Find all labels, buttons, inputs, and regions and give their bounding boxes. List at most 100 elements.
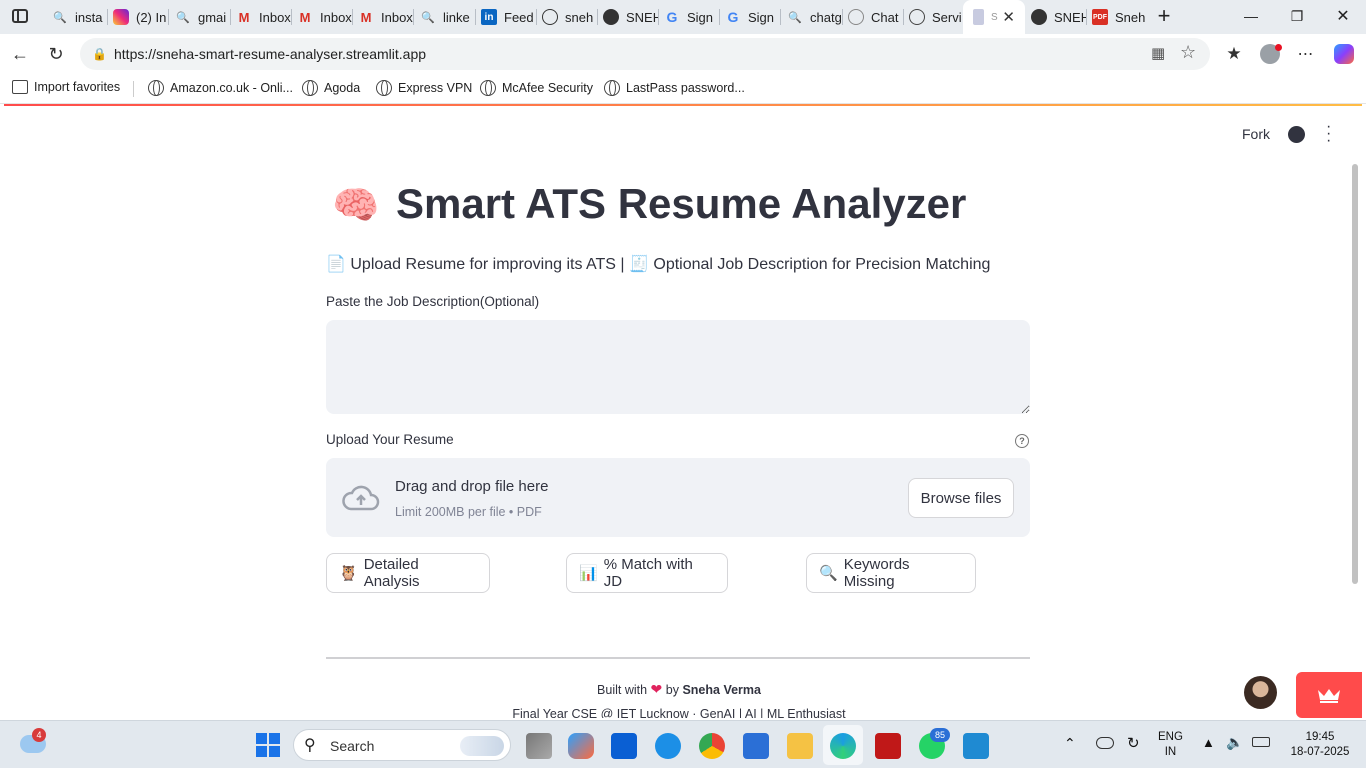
tab-7[interactable]: 🔍 linke xyxy=(420,5,476,29)
google-icon: G xyxy=(666,9,678,25)
tab-11[interactable]: G Sign xyxy=(664,5,720,29)
tab-strip: 🔍 insta (2) In 🔍 gmai M Inbox M Inbox M Inbox… xyxy=(0,0,1366,34)
footer-credit: Built with ❤ by Sneha Verma xyxy=(597,681,761,697)
fork-link[interactable]: Fork xyxy=(1242,126,1270,142)
favorite-star-icon[interactable]: ☆ xyxy=(1180,42,1196,63)
windows-taskbar: 4 ⚲ Search 85 ⌃ ↻ ENG IN ▲ 🔈 19:45 18-07… xyxy=(0,720,1366,768)
github-icon xyxy=(1031,9,1047,25)
battery-icon[interactable] xyxy=(1252,737,1270,747)
search-icon: 🔍 xyxy=(53,11,67,24)
tab-14[interactable]: Chat xyxy=(848,5,904,29)
close-window-button[interactable]: ✕ xyxy=(1328,6,1358,26)
store-icon[interactable] xyxy=(743,733,769,759)
help-app-icon[interactable] xyxy=(655,733,681,759)
job-description-input[interactable] xyxy=(326,320,1030,414)
help-icon[interactable]: ? xyxy=(1015,434,1029,448)
mcafee-icon[interactable] xyxy=(875,733,901,759)
bookmark-agoda[interactable]: Agoda xyxy=(302,80,360,96)
restore-button[interactable]: ❐ xyxy=(1282,6,1312,26)
copilot-icon[interactable] xyxy=(1332,42,1356,66)
weather-badge: 4 xyxy=(32,728,46,742)
tab-10[interactable]: SNEH xyxy=(603,5,659,29)
github-icon xyxy=(603,9,619,25)
bar-chart-emoji: 📊 xyxy=(579,565,598,582)
tab-5[interactable]: M Inbox xyxy=(297,5,353,29)
tab-1[interactable]: 🔍 insta xyxy=(52,5,108,29)
url-text: https://sneha-smart-resume-analyser.stre… xyxy=(114,46,427,62)
gmail-icon: M xyxy=(360,9,372,25)
tab-4[interactable]: M Inbox xyxy=(236,5,292,29)
keywords-missing-button[interactable]: 🔍 Keywords Missing xyxy=(806,553,976,593)
profile-avatar-icon[interactable] xyxy=(1258,42,1282,66)
sync-icon[interactable]: ↻ xyxy=(1127,734,1140,752)
onedrive-icon[interactable] xyxy=(1096,737,1114,749)
tab-18[interactable]: PDF Sneh xyxy=(1092,5,1148,29)
volume-icon[interactable]: 🔈 xyxy=(1226,734,1243,751)
close-tab-icon[interactable]: ✕ xyxy=(1002,8,1015,26)
tab-3[interactable]: 🔍 gmai xyxy=(175,5,231,29)
page-scrollbar[interactable] xyxy=(1352,164,1358,584)
tab-17[interactable]: SNEH xyxy=(1031,5,1087,29)
globe-icon xyxy=(148,80,164,96)
bookmark-mcafee[interactable]: McAfee Security xyxy=(480,80,593,96)
linkedin-icon: in xyxy=(481,9,497,25)
tab-13[interactable]: 🔍 chatg xyxy=(787,5,843,29)
back-icon[interactable]: ← xyxy=(8,42,32,66)
resume-dropzone[interactable]: Drag and drop file here Limit 200MB per … xyxy=(326,458,1030,537)
search-highlight-image xyxy=(460,736,504,756)
task-view-icon[interactable] xyxy=(526,733,552,759)
main-menu-icon[interactable]: · · · xyxy=(1326,119,1331,149)
cloud-upload-icon xyxy=(342,485,380,511)
author-name: Sneha Verma xyxy=(682,683,761,697)
match-with-jd-button[interactable]: 📊 % Match with JD xyxy=(566,553,728,593)
pdf-icon: PDF xyxy=(1092,9,1108,25)
app-available-icon[interactable]: ▦ xyxy=(1151,44,1165,62)
tab-9[interactable]: sneh xyxy=(542,5,598,29)
tab-8[interactable]: in Feed xyxy=(481,5,537,29)
globe-icon xyxy=(480,80,496,96)
gmail-icon: M xyxy=(238,9,250,25)
user-avatar[interactable] xyxy=(1244,676,1277,709)
tab-6[interactable]: M Inbox xyxy=(358,5,414,29)
streamlit-crown-badge[interactable] xyxy=(1296,672,1362,718)
wifi-icon[interactable]: ▲ xyxy=(1202,735,1215,750)
copilot-app-icon[interactable] xyxy=(568,733,594,759)
show-hidden-icons[interactable]: ⌃ xyxy=(1064,735,1076,752)
upload-label: Upload Your Resume xyxy=(326,432,454,447)
globe-icon xyxy=(542,9,558,25)
bookmark-amazon[interactable]: Amazon.co.uk - Onli... xyxy=(148,80,293,96)
search-icon: 🔍 xyxy=(421,11,435,24)
settings-more-icon[interactable]: ⋯ xyxy=(1294,42,1318,66)
github-icon[interactable] xyxy=(1288,126,1305,143)
dropzone-hint: Limit 200MB per file • PDF xyxy=(395,505,542,519)
address-bar[interactable]: 🔒 https://sneha-smart-resume-analyser.st… xyxy=(80,38,1210,70)
tab-2[interactable]: (2) In xyxy=(113,5,169,29)
bookmark-import-favorites[interactable]: Import favorites xyxy=(12,80,120,94)
vscode-icon[interactable] xyxy=(963,733,989,759)
site-info-icon[interactable]: 🔒 xyxy=(92,47,107,61)
taskbar-search[interactable]: ⚲ Search xyxy=(293,729,511,761)
clock[interactable]: 19:45 18-07-2025 xyxy=(1285,730,1355,760)
detailed-analysis-button[interactable]: 🦉 Detailed Analysis xyxy=(326,553,490,593)
refresh-icon[interactable]: ↻ xyxy=(44,42,68,66)
start-icon[interactable] xyxy=(256,733,280,757)
tab-active[interactable]: S ✕ xyxy=(963,0,1025,34)
tab-15[interactable]: Servi xyxy=(909,5,965,29)
edge-icon[interactable] xyxy=(830,733,856,759)
new-tab-button[interactable]: + xyxy=(1149,3,1179,28)
tab-12[interactable]: G Sign xyxy=(725,5,781,29)
bookmark-expressvpn[interactable]: Express VPN xyxy=(376,80,472,96)
globe-icon xyxy=(302,80,318,96)
bookmark-lastpass[interactable]: LastPass password... xyxy=(604,80,745,96)
brain-emoji: 🧠 xyxy=(332,185,380,227)
gmail-icon: M xyxy=(299,9,311,25)
file-explorer-icon[interactable] xyxy=(787,733,813,759)
footer-divider xyxy=(326,657,1030,659)
tab-actions-icon[interactable] xyxy=(12,9,28,23)
myhp-icon[interactable] xyxy=(611,733,637,759)
browse-files-button[interactable]: Browse files xyxy=(908,478,1014,518)
favorites-icon[interactable]: ★ xyxy=(1222,42,1246,66)
chrome-icon[interactable] xyxy=(699,733,725,759)
minimize-button[interactable]: — xyxy=(1236,6,1266,26)
language-indicator[interactable]: ENG IN xyxy=(1158,730,1183,760)
